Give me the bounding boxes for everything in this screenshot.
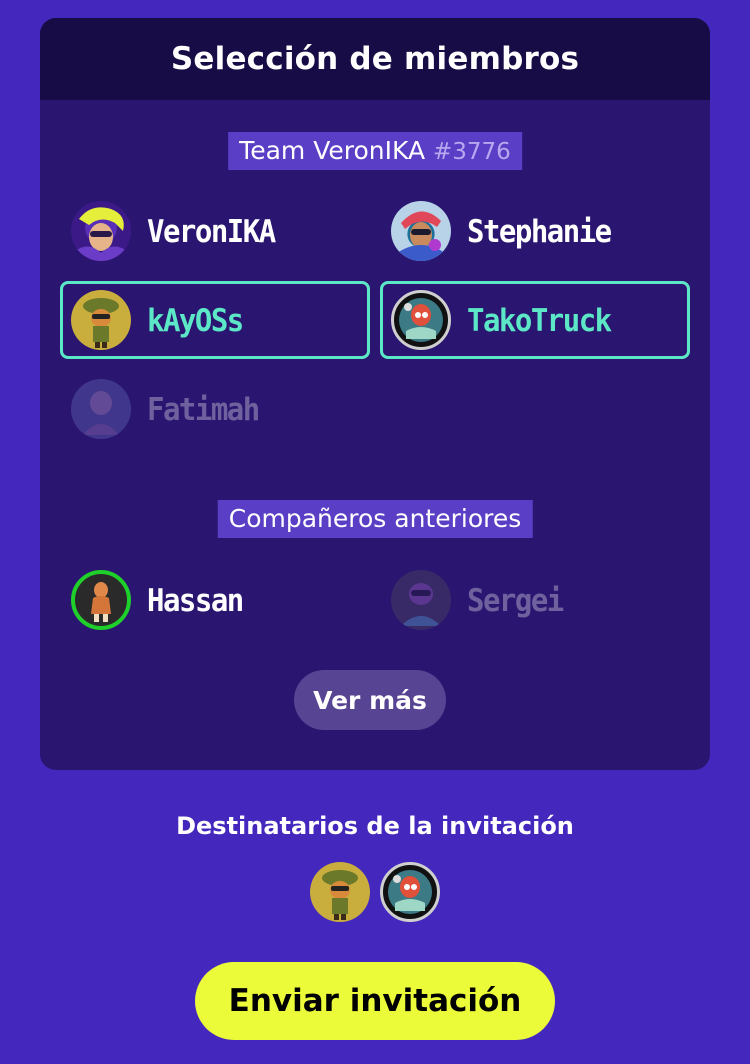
- avatar: [71, 201, 131, 261]
- team-name: Team VeronIKA: [239, 136, 426, 165]
- avatar: [71, 570, 131, 630]
- member-veronika[interactable]: VeronIKA: [60, 192, 370, 270]
- member-name: TakoTruck: [467, 301, 612, 339]
- recipients-list: [310, 862, 440, 922]
- recipients-label: Destinatarios de la invitación: [176, 812, 574, 840]
- team-label: Team VeronIKA #3776: [228, 132, 522, 170]
- previous-teammates-label: Compañeros anteriores: [217, 500, 533, 538]
- member-sergei[interactable]: Sergei: [380, 561, 690, 639]
- member-name: kAyOSs: [147, 301, 244, 339]
- avatar: [391, 290, 451, 350]
- see-more-button[interactable]: Ver más: [294, 670, 446, 730]
- member-takotruck[interactable]: TakoTruck: [380, 281, 690, 359]
- send-invitation-button[interactable]: Enviar invitación: [195, 962, 555, 1040]
- panel-title: Selección de miembros: [170, 41, 580, 77]
- avatar: [391, 570, 451, 630]
- panel-header: Selección de miembros: [40, 18, 710, 100]
- member-fatimah[interactable]: Fatimah: [60, 370, 370, 448]
- avatar: [71, 290, 131, 350]
- recipient-avatar-takotruck: [380, 862, 440, 922]
- member-hassan[interactable]: Hassan: [60, 561, 370, 639]
- member-name: Stephanie: [467, 212, 612, 250]
- member-selection-panel: Selección de miembros Team VeronIKA #377…: [40, 18, 710, 770]
- member-name: VeronIKA: [147, 212, 276, 250]
- avatar: [71, 379, 131, 439]
- avatar: [391, 201, 451, 261]
- member-name: Fatimah: [147, 390, 260, 428]
- member-kayoss[interactable]: kAyOSs: [60, 281, 370, 359]
- recipient-avatar-kayoss: [310, 862, 370, 922]
- member-name: Sergei: [467, 581, 564, 619]
- member-name: Hassan: [147, 581, 244, 619]
- member-stephanie[interactable]: Stephanie: [380, 192, 690, 270]
- team-tag: #3776: [433, 139, 511, 165]
